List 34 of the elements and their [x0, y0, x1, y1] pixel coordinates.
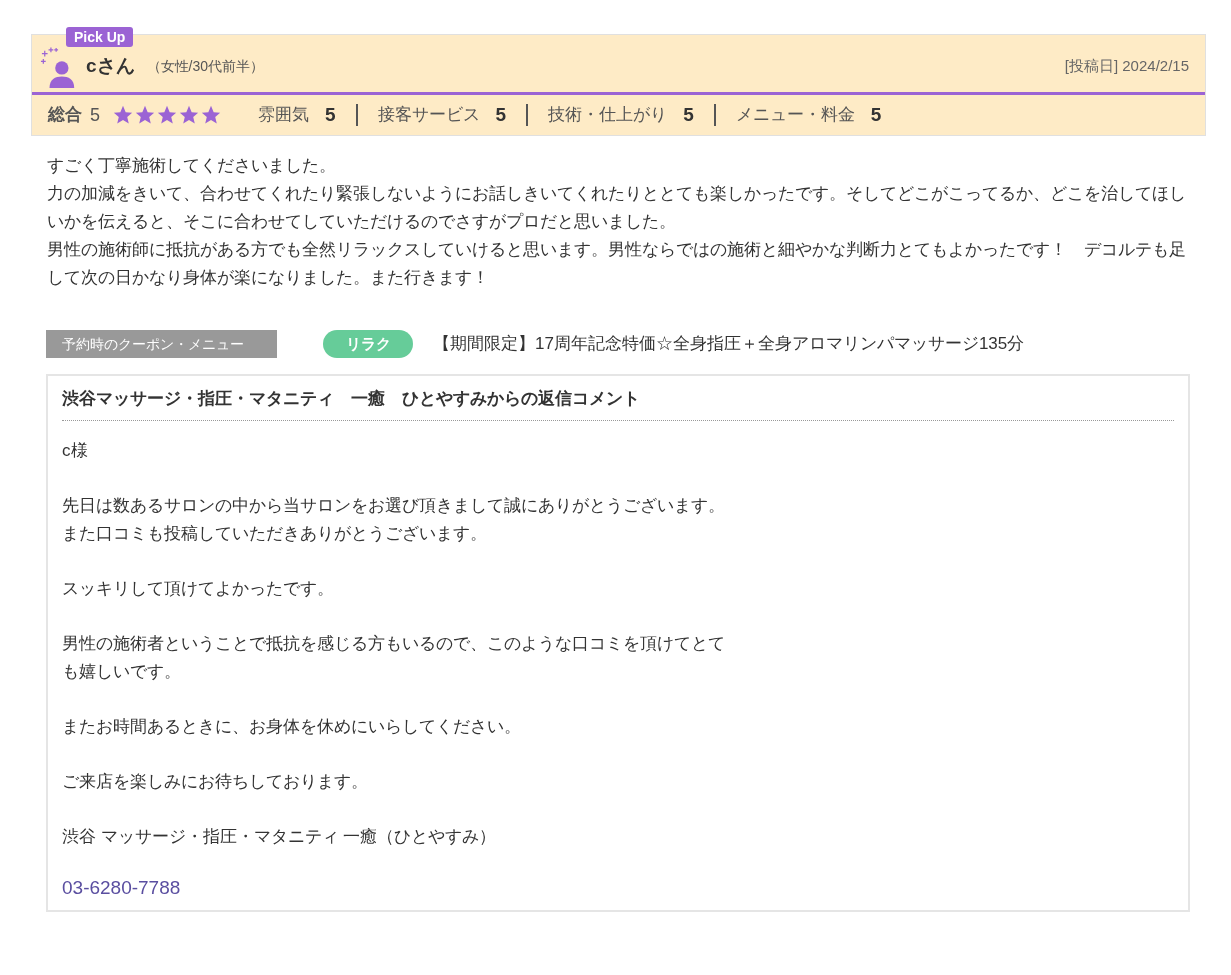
coupon-tag: リラク	[323, 330, 413, 358]
reviewer-info: （女性/30代前半）	[146, 57, 265, 76]
rating-label: 雰囲気	[258, 104, 309, 127]
review-text: 男性の施術師に抵抗がある方でも全然リラックスしていけると思います。男性ならではの施術と細やかな判断力とてもよかったです！ デコルテも足して次の日かなり身体が楽になりました。また行きます！	[47, 239, 1187, 289]
review-text: 力の加減をきいて、合わせてくれたり緊張しないようにお話しきいてくれたりととても楽しかったです。そしてどこがこってるか、どこを治してほしいかを伝えると、そこに合わせてしていただけるのでさすがプロだと思いました。	[47, 183, 1187, 233]
star-icon	[200, 104, 222, 126]
reply-paragraph: 渋谷 マッサージ・指圧・マタニティ 一癒（ひとやすみ）	[62, 825, 498, 848]
reply-paragraph: スッキリして頂けてよかったです。	[62, 577, 335, 600]
rating-score: 5	[683, 102, 694, 127]
reply-paragraph: またお時間あるときに、お身体を休めにいらしてください。	[62, 715, 522, 738]
star-icon	[156, 104, 178, 126]
rating-label: 技術・仕上がり	[548, 104, 668, 127]
star-icon	[112, 104, 134, 126]
reply-paragraph: 男性の施術者ということで抵抗を感じる方もいるので、このような口コミを頂けてとて も嬉しいです。	[62, 632, 726, 683]
rating-label: メニュー・料金	[735, 104, 855, 127]
posted-date: [投稿日] 2024/2/15	[1064, 56, 1189, 77]
phone-link[interactable]: 03-6280-7788	[62, 873, 181, 902]
star-icon	[178, 104, 200, 126]
pick-up-badge: Pick Up	[66, 27, 134, 47]
star-icon	[134, 104, 156, 126]
rating-score: 5	[325, 102, 336, 127]
overall-label: 総合	[48, 104, 82, 127]
rating-score: 5	[870, 102, 882, 127]
coupon-menu-text: 【期間限定】17周年記念特価☆全身指圧＋全身アロマリンパマッサージ135分	[433, 333, 1025, 356]
overall-score: 5	[90, 103, 100, 127]
reply-paragraph: c様	[62, 439, 89, 462]
coupon-label: 予約時のクーポン・メニュー	[46, 330, 277, 358]
rating-label: 接客サービス	[377, 104, 480, 127]
reviewer-name: cさん	[86, 54, 135, 79]
review-text: すごく丁寧施術してくださいました。	[47, 155, 337, 177]
rating-score: 5	[495, 102, 507, 127]
reply-paragraph: 先日は数あるサロンの中から当サロンをお選び頂きまして誠にありがとうございます。 また口コミも投稿していただきありがとうございます。	[62, 494, 726, 545]
reply-title: 渋谷マッサージ・指圧・マタニティ 一癒 ひとやすみからの返信コメント	[62, 386, 1174, 421]
reply-paragraph: ご来店を楽しみにお待ちしております。	[62, 770, 369, 793]
